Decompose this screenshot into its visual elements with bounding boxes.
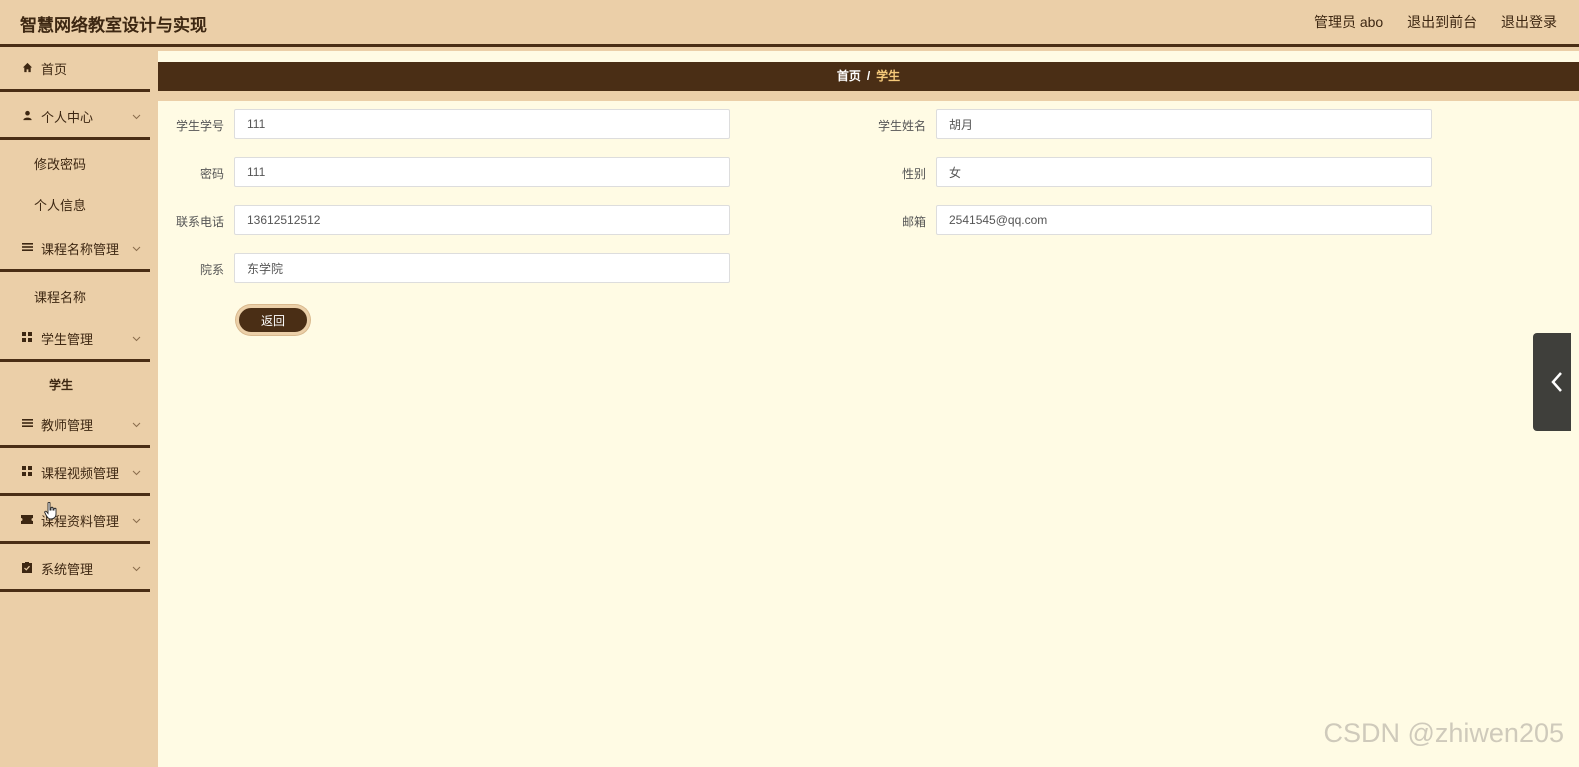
sidebar-item-personal-info[interactable]: 个人信息 xyxy=(0,191,150,215)
chevron-down-icon xyxy=(132,512,141,527)
grid-icon xyxy=(21,331,33,343)
sidebar-item-course-video-mgmt[interactable]: 课程视频管理 xyxy=(0,451,150,496)
sidebar-item-course-name[interactable]: 课程名称 xyxy=(0,283,150,307)
sidebar-item-teacher-mgmt[interactable]: 教师管理 xyxy=(0,403,150,448)
student-id-label: 学生学号 xyxy=(175,119,224,133)
chevron-down-icon xyxy=(132,416,141,431)
sidebar-item-course-name-mgmt[interactable]: 课程名称管理 xyxy=(0,227,150,272)
sidebar-item-change-password[interactable]: 修改密码 xyxy=(0,150,150,174)
sidebar-item-personal-center[interactable]: 个人中心 xyxy=(0,95,150,140)
chevron-left-icon xyxy=(1551,371,1563,398)
side-panel-toggle[interactable] xyxy=(1533,333,1571,431)
sidebar-item-label: 系统管理 xyxy=(41,562,94,577)
sidebar-item-course-material-mgmt[interactable]: 课程资料管理 xyxy=(0,499,150,544)
sidebar-item-label: 学生 xyxy=(49,378,74,392)
sidebar: 首页 个人中心 修改密码 个人信息 课程名称管理 课程名称 学生管理 学生 教师… xyxy=(0,47,158,767)
gender-label: 性别 xyxy=(901,167,926,181)
email-field[interactable] xyxy=(936,205,1432,235)
list-icon xyxy=(21,241,33,253)
top-spacer xyxy=(158,51,1579,62)
sidebar-item-label: 个人信息 xyxy=(34,198,87,213)
sidebar-item-home[interactable]: 首页 xyxy=(0,47,150,92)
password-field[interactable] xyxy=(234,157,730,187)
phone-label: 联系电话 xyxy=(175,215,224,229)
gender-field[interactable] xyxy=(936,157,1432,187)
password-label: 密码 xyxy=(199,167,224,181)
list-icon xyxy=(21,417,33,429)
student-id-field[interactable] xyxy=(234,109,730,139)
sidebar-item-label: 课程名称管理 xyxy=(41,242,120,257)
chevron-down-icon xyxy=(132,330,141,345)
department-field[interactable] xyxy=(234,253,730,283)
email-label: 邮箱 xyxy=(901,215,926,229)
sidebar-item-student[interactable]: 学生 xyxy=(0,372,150,396)
main-content: 首页 / 学生 学生学号 学生姓名 密码 性别 联系电话 邮箱 院系 返回 xyxy=(158,47,1579,767)
chevron-down-icon xyxy=(132,560,141,575)
home-icon xyxy=(21,61,33,73)
sidebar-item-label: 课程名称 xyxy=(34,290,87,305)
admin-user-label[interactable]: 管理员 abo xyxy=(1314,14,1383,30)
hand-cursor-icon xyxy=(44,501,58,525)
logout-link[interactable]: 退出登录 xyxy=(1501,14,1557,30)
student-name-field[interactable] xyxy=(936,109,1432,139)
sidebar-item-label: 个人中心 xyxy=(41,110,94,125)
breadcrumb: 首页 / 学生 xyxy=(158,62,1579,101)
sidebar-item-label: 课程视频管理 xyxy=(41,466,120,481)
grid-icon xyxy=(21,465,33,477)
phone-field[interactable] xyxy=(234,205,730,235)
sidebar-item-label: 首页 xyxy=(41,62,68,77)
sidebar-item-label: 教师管理 xyxy=(41,418,94,433)
watermark-text: CSDN @zhiwen205 xyxy=(1323,718,1564,748)
chevron-down-icon xyxy=(132,108,141,123)
department-label: 院系 xyxy=(199,263,224,277)
student-name-label: 学生姓名 xyxy=(877,119,926,133)
exit-to-front-link[interactable]: 退出到前台 xyxy=(1407,14,1477,30)
sidebar-item-label: 修改密码 xyxy=(34,157,87,172)
user-icon xyxy=(21,109,33,121)
chevron-down-icon xyxy=(132,240,141,255)
ticket-icon xyxy=(21,513,33,525)
clipboard-icon xyxy=(21,561,33,573)
header-actions: 管理员 abo 退出到前台 退出登录 xyxy=(1294,12,1557,32)
top-header: 智慧网络教室设计与实现 管理员 abo 退出到前台 退出登录 xyxy=(0,0,1579,47)
back-button[interactable]: 返回 xyxy=(236,305,310,335)
sidebar-item-system-mgmt[interactable]: 系统管理 xyxy=(0,547,150,592)
sidebar-item-label: 学生管理 xyxy=(41,332,94,347)
breadcrumb-current: 学生 xyxy=(876,69,901,83)
sidebar-item-student-mgmt[interactable]: 学生管理 xyxy=(0,317,150,362)
breadcrumb-separator: / xyxy=(866,69,871,83)
chevron-down-icon xyxy=(132,464,141,479)
breadcrumb-home-link[interactable]: 首页 xyxy=(837,69,861,83)
app-title: 智慧网络教室设计与实现 xyxy=(20,16,207,35)
